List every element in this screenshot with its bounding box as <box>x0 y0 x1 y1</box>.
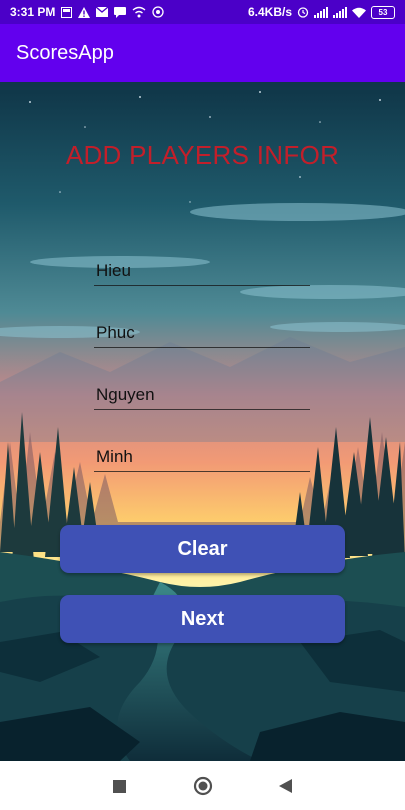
status-bar: 3:31 PM 6.4KB/s 53 <box>0 0 405 24</box>
warning-icon <box>78 6 91 18</box>
wifi-icon <box>352 7 366 18</box>
player-1-input[interactable] <box>94 256 310 286</box>
clear-button-label: Clear <box>177 537 228 560</box>
back-button[interactable] <box>270 771 300 801</box>
alarm-icon <box>297 6 309 18</box>
status-left: 3:31 PM <box>10 5 165 19</box>
landscape-illustration <box>0 82 405 761</box>
home-button[interactable] <box>188 771 218 801</box>
status-time: 3:31 PM <box>10 5 56 19</box>
player-4-input[interactable] <box>94 442 310 472</box>
screen: 3:31 PM 6.4KB/s 53 ScoresApp ADD PLAYERS… <box>0 0 405 810</box>
status-right: 6.4KB/s 53 <box>248 5 395 19</box>
signal-icon <box>314 6 328 18</box>
app-title: ScoresApp <box>16 41 114 64</box>
square-icon <box>112 779 126 793</box>
player-2-input[interactable] <box>94 318 310 348</box>
whatsapp-icon <box>152 6 165 18</box>
battery-icon: 53 <box>371 5 395 19</box>
background-image <box>0 82 405 761</box>
next-button-label: Next <box>180 607 225 630</box>
clear-button[interactable]: Clear <box>60 525 345 573</box>
app-bar: ScoresApp <box>0 24 405 82</box>
triangle-back-icon <box>278 779 292 793</box>
network-speed: 6.4KB/s <box>247 5 292 19</box>
mail-icon <box>96 7 109 17</box>
wifi-call-icon <box>132 6 146 18</box>
recents-button[interactable] <box>104 771 134 801</box>
player-3-input[interactable] <box>94 380 310 410</box>
next-button[interactable]: Next <box>60 595 345 643</box>
page-heading: ADD PLAYERS INFOR <box>65 140 340 170</box>
message-icon <box>114 6 127 18</box>
signal-icon-2 <box>333 6 347 18</box>
photo-icon <box>61 6 73 18</box>
circle-icon <box>193 776 213 796</box>
system-nav-bar <box>0 761 405 810</box>
